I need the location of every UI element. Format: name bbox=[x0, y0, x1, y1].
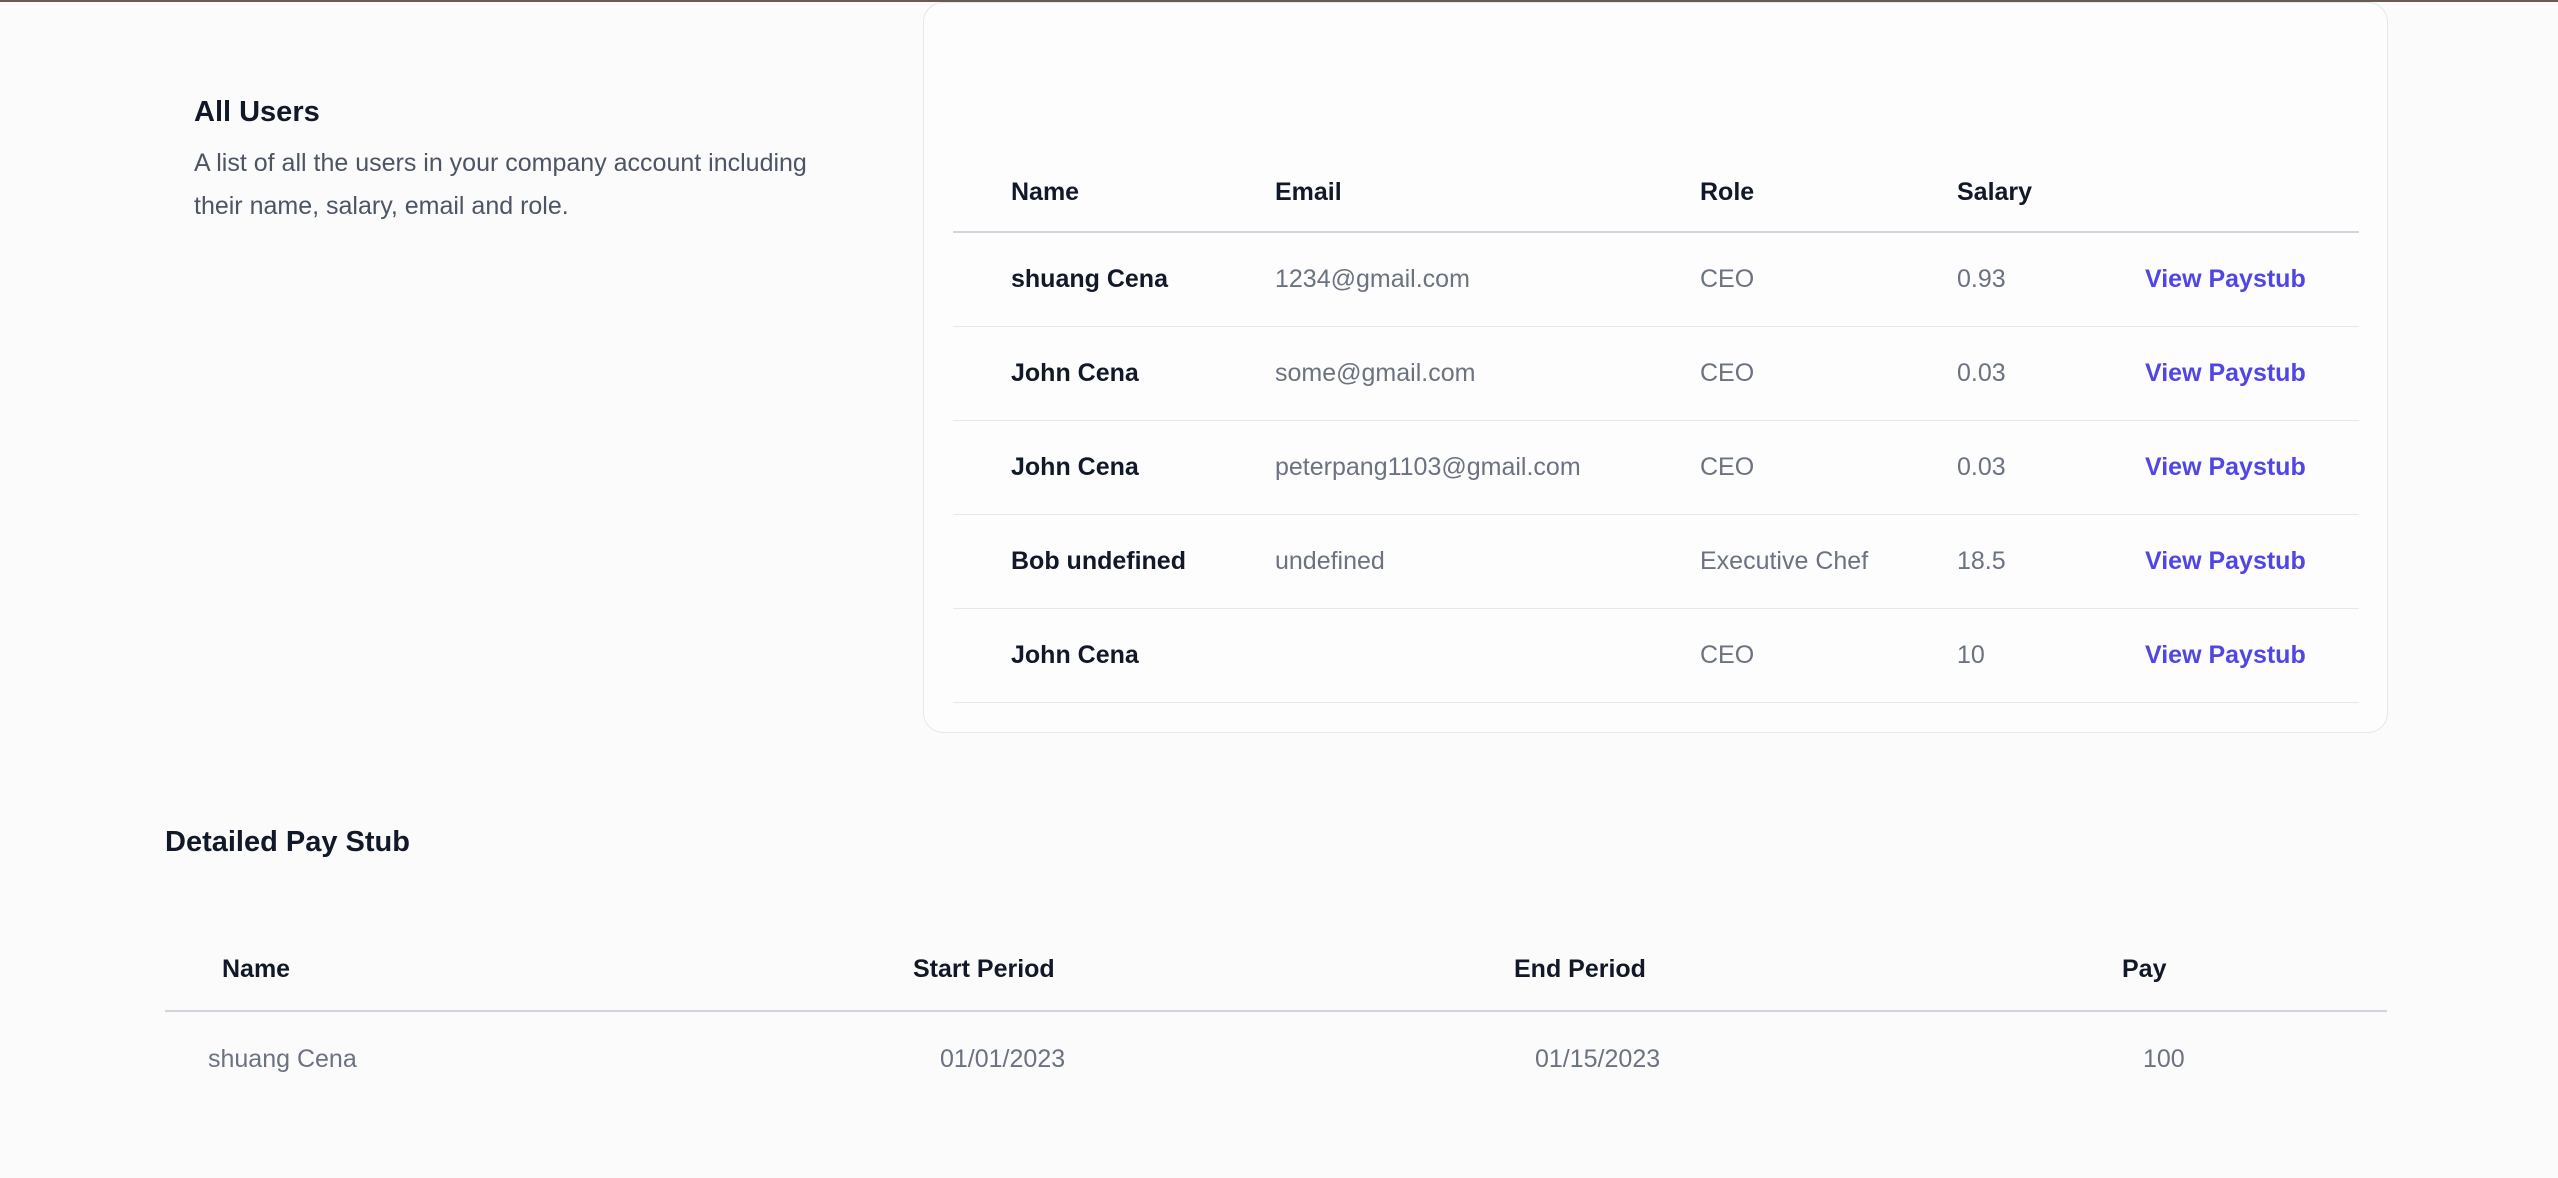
stub-header-pay: Pay bbox=[2106, 928, 2387, 1012]
users-table-header-row: Name Email Role Salary bbox=[953, 153, 2359, 233]
header-role: Role bbox=[1700, 153, 1957, 233]
view-paystub-link[interactable]: View Paystub bbox=[2145, 453, 2306, 481]
action-cell: View Paystub bbox=[2145, 514, 2359, 609]
user-role: CEO bbox=[1700, 326, 1957, 421]
stub-start-cell: 01/01/2023 bbox=[905, 1011, 1506, 1106]
user-email: 1234@gmail.com bbox=[1275, 232, 1700, 327]
view-paystub-link[interactable]: View Paystub bbox=[2145, 547, 2306, 575]
stub-pay: 100 bbox=[2143, 1044, 2185, 1073]
user-salary: 0.03 bbox=[1957, 326, 2145, 421]
stub-header-name: Name bbox=[165, 928, 905, 1012]
user-email bbox=[1275, 608, 1700, 703]
user-email: some@gmail.com bbox=[1275, 326, 1700, 421]
table-row: shuang Cena 1234@gmail.com CEO 0.93 View… bbox=[953, 232, 2359, 327]
stub-pay-cell: 100 bbox=[2106, 1011, 2387, 1106]
table-row: Bob undefined undefined Executive Chef 1… bbox=[953, 514, 2359, 609]
header-name: Name bbox=[953, 153, 1275, 233]
table-row: John Cena peterpang1103@gmail.com CEO 0.… bbox=[953, 420, 2359, 515]
action-cell: View Paystub bbox=[2145, 420, 2359, 515]
page: All Users A list of all the users in you… bbox=[0, 0, 2558, 1178]
users-description: A list of all the users in your company … bbox=[194, 149, 807, 220]
view-paystub-link[interactable]: View Paystub bbox=[2145, 359, 2306, 387]
stub-start: 01/01/2023 bbox=[940, 1044, 1066, 1073]
table-row: John Cena some@gmail.com CEO 0.03 View P… bbox=[953, 326, 2359, 421]
users-title: All Users bbox=[194, 96, 320, 128]
user-name: John Cena bbox=[953, 608, 1275, 703]
pay-stub-header-row: Name Start Period End Period Pay bbox=[165, 928, 2387, 1012]
header-action bbox=[2145, 153, 2359, 233]
view-paystub-link[interactable]: View Paystub bbox=[2145, 265, 2306, 293]
stub-header-start: Start Period bbox=[905, 928, 1506, 1012]
action-cell: View Paystub bbox=[2145, 326, 2359, 421]
pay-stub-title: Detailed Pay Stub bbox=[165, 826, 410, 858]
table-row: shuang Cena 01/01/2023 01/15/2023 100 bbox=[165, 1011, 2387, 1106]
stub-header-end: End Period bbox=[1506, 928, 2106, 1012]
user-role: Executive Chef bbox=[1700, 514, 1957, 609]
user-salary: 10 bbox=[1957, 608, 2145, 703]
user-role: CEO bbox=[1700, 232, 1957, 327]
stub-header-end-label: End Period bbox=[1514, 954, 1646, 983]
user-role: CEO bbox=[1700, 608, 1957, 703]
user-salary: 0.03 bbox=[1957, 420, 2145, 515]
stub-header-name-label: Name bbox=[222, 954, 291, 983]
pay-stub-table: Name Start Period End Period Pay shuang … bbox=[165, 928, 2387, 1106]
users-card: Name Email Role Salary shuang Cena 1234@… bbox=[923, 2, 2388, 733]
header-salary: Salary bbox=[1957, 153, 2145, 233]
header-email: Email bbox=[1275, 153, 1700, 233]
user-salary: 0.93 bbox=[1957, 232, 2145, 327]
view-paystub-link[interactable]: View Paystub bbox=[2145, 641, 2306, 669]
stub-end: 01/15/2023 bbox=[1535, 1044, 1661, 1073]
users-table: Name Email Role Salary shuang Cena 1234@… bbox=[953, 153, 2359, 703]
action-cell: View Paystub bbox=[2145, 232, 2359, 327]
user-name: John Cena bbox=[953, 326, 1275, 421]
user-name: Bob undefined bbox=[953, 514, 1275, 609]
users-intro: All Users A list of all the users in you… bbox=[194, 92, 854, 228]
user-email: peterpang1103@gmail.com bbox=[1275, 420, 1700, 515]
user-salary: 18.5 bbox=[1957, 514, 2145, 609]
user-name: shuang Cena bbox=[953, 232, 1275, 327]
stub-header-start-label: Start Period bbox=[913, 954, 1055, 983]
user-email: undefined bbox=[1275, 514, 1700, 609]
table-row: John Cena CEO 10 View Paystub bbox=[953, 608, 2359, 703]
stub-header-pay-label: Pay bbox=[2122, 954, 2167, 983]
stub-end-cell: 01/15/2023 bbox=[1506, 1011, 2106, 1106]
user-name: John Cena bbox=[953, 420, 1275, 515]
user-role: CEO bbox=[1700, 420, 1957, 515]
action-cell: View Paystub bbox=[2145, 608, 2359, 703]
stub-name: shuang Cena bbox=[208, 1044, 357, 1073]
